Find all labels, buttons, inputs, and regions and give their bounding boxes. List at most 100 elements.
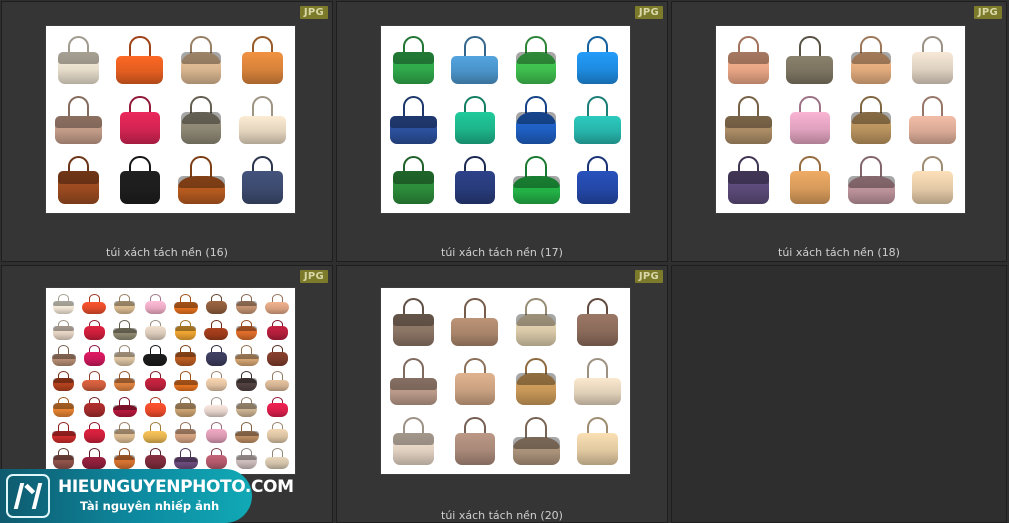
handbag-image bbox=[50, 292, 78, 316]
handbag-image bbox=[510, 151, 563, 207]
handbag-image bbox=[387, 353, 440, 408]
empty-grid-cell bbox=[671, 265, 1007, 523]
handbag-image bbox=[81, 421, 109, 445]
handbag-image bbox=[142, 395, 170, 419]
handbag-image bbox=[52, 32, 105, 88]
handbag-image bbox=[52, 151, 105, 207]
file-type-badge: JPG bbox=[973, 6, 1002, 19]
handbag-image bbox=[81, 318, 109, 342]
handbag-image bbox=[845, 32, 898, 88]
file-type-badge: JPG bbox=[634, 270, 663, 283]
file-type-badge: JPG bbox=[299, 270, 328, 283]
handbag-image bbox=[203, 343, 231, 367]
handbag-image bbox=[236, 151, 289, 207]
handbag-image bbox=[50, 395, 78, 419]
thumbnail-image bbox=[381, 26, 630, 213]
handbag-image bbox=[387, 151, 440, 207]
handbag-image bbox=[111, 318, 139, 342]
handbag-image bbox=[233, 318, 261, 342]
handbag-image bbox=[722, 92, 775, 148]
handbag-image bbox=[264, 421, 292, 445]
thumbnail-tile-17[interactable]: JPG túi xách tách nền (17) bbox=[336, 1, 668, 262]
handbag-image bbox=[387, 32, 440, 88]
handbag-image bbox=[172, 343, 200, 367]
handbag-image bbox=[142, 369, 170, 393]
handbag-image bbox=[52, 92, 105, 148]
handbag-image bbox=[111, 343, 139, 367]
handbag-image bbox=[233, 421, 261, 445]
handbag-image bbox=[906, 32, 959, 88]
handbag-image bbox=[50, 318, 78, 342]
handbag-image bbox=[81, 395, 109, 419]
thumbnail-tile-20[interactable]: JPG túi xách tách nền (20) bbox=[336, 265, 668, 523]
handbag-image bbox=[172, 318, 200, 342]
handbag-image bbox=[81, 446, 109, 470]
handbag-image bbox=[172, 292, 200, 316]
handbag-image bbox=[510, 294, 563, 349]
file-name-label: túi xách tách nền (18) bbox=[778, 246, 900, 259]
thumbnail-image bbox=[46, 288, 295, 474]
file-name-label: túi xách tách nền (20) bbox=[441, 509, 563, 522]
handbag-image bbox=[175, 151, 228, 207]
handbag-image bbox=[783, 32, 836, 88]
handbag-image bbox=[142, 343, 170, 367]
handbag-image bbox=[387, 294, 440, 349]
handbag-image bbox=[845, 92, 898, 148]
handbag-image bbox=[172, 395, 200, 419]
file-type-badge: JPG bbox=[634, 6, 663, 19]
handbag-image bbox=[81, 343, 109, 367]
file-name-label: túi xách tách nền (17) bbox=[441, 246, 563, 259]
handbag-image bbox=[387, 413, 440, 468]
handbag-image bbox=[111, 369, 139, 393]
handbag-image bbox=[50, 421, 78, 445]
handbag-image bbox=[236, 92, 289, 148]
thumbnail-tile-16[interactable]: JPG túi xách tách nền (16) bbox=[1, 1, 333, 262]
handbag-image bbox=[142, 318, 170, 342]
handbag-image bbox=[50, 369, 78, 393]
file-name-label: túi xách tách nền (16) bbox=[106, 246, 228, 259]
handbag-image bbox=[233, 369, 261, 393]
thumbnail-image bbox=[381, 288, 630, 474]
handbag-image bbox=[111, 446, 139, 470]
handbag-image bbox=[203, 292, 231, 316]
handbag-image bbox=[264, 369, 292, 393]
handbag-image bbox=[233, 395, 261, 419]
handbag-image bbox=[448, 294, 501, 349]
handbag-image bbox=[448, 413, 501, 468]
handbag-image bbox=[172, 421, 200, 445]
handbag-image bbox=[264, 395, 292, 419]
logo-mark-icon bbox=[6, 474, 50, 518]
handbag-image bbox=[50, 446, 78, 470]
handbag-image bbox=[510, 32, 563, 88]
handbag-image bbox=[50, 343, 78, 367]
handbag-image bbox=[906, 92, 959, 148]
thumbnail-tile-18[interactable]: JPG túi xách tách nền (18) bbox=[671, 1, 1007, 262]
handbag-image bbox=[113, 151, 166, 207]
handbag-image bbox=[722, 151, 775, 207]
watermark-tagline: Tài nguyên nhiếp ảnh bbox=[80, 499, 220, 513]
thumbnail-image bbox=[46, 26, 295, 213]
handbag-image bbox=[571, 32, 624, 88]
handbag-image bbox=[571, 353, 624, 408]
handbag-image bbox=[571, 413, 624, 468]
handbag-image bbox=[113, 32, 166, 88]
handbag-image bbox=[571, 151, 624, 207]
handbag-image bbox=[111, 292, 139, 316]
handbag-image bbox=[203, 446, 231, 470]
handbag-image bbox=[81, 369, 109, 393]
handbag-image bbox=[571, 294, 624, 349]
handbag-image bbox=[264, 292, 292, 316]
handbag-image bbox=[172, 446, 200, 470]
handbag-image bbox=[175, 92, 228, 148]
handbag-image bbox=[142, 421, 170, 445]
handbag-image bbox=[142, 446, 170, 470]
handbag-image bbox=[387, 92, 440, 148]
handbag-image bbox=[203, 395, 231, 419]
handbag-image bbox=[175, 32, 228, 88]
file-type-badge: JPG bbox=[299, 6, 328, 19]
handbag-image bbox=[172, 369, 200, 393]
handbag-image bbox=[113, 92, 166, 148]
handbag-image bbox=[264, 318, 292, 342]
handbag-image bbox=[111, 421, 139, 445]
handbag-image bbox=[448, 32, 501, 88]
